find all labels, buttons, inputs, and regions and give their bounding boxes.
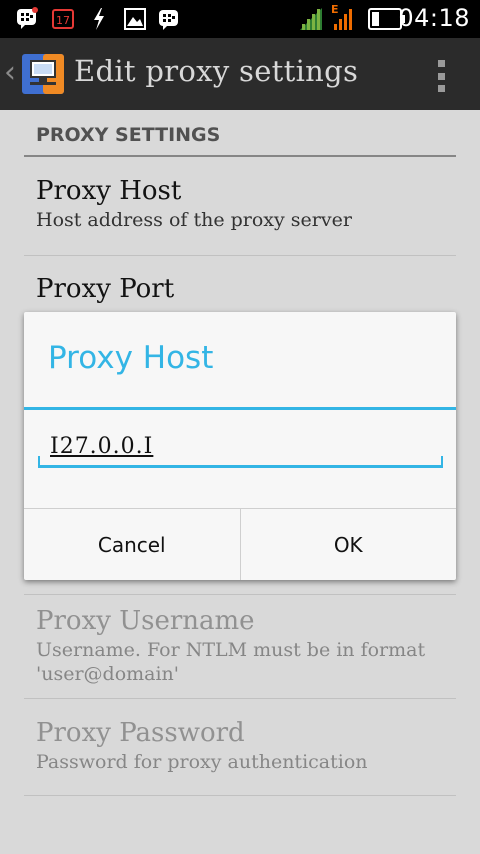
overflow-menu-icon[interactable]: [438, 60, 446, 92]
proxy-host-input-value[interactable]: I27.0.0.I: [50, 434, 153, 459]
dialog-title: Proxy Host: [48, 340, 214, 376]
ok-button[interactable]: OK: [239, 509, 457, 580]
bbm-icon-2: [159, 10, 178, 30]
gallery-icon: [124, 8, 146, 30]
calendar-17-icon: 17: [52, 9, 74, 29]
proxy-host-dialog: Proxy Host I27.0.0.I Cancel OK: [24, 312, 456, 580]
app-icon[interactable]: [22, 54, 64, 94]
cancel-button[interactable]: Cancel: [24, 509, 240, 580]
status-bar: 17 E 04:18: [0, 0, 480, 38]
signal-edge-icon: E: [331, 3, 352, 30]
input-underline-left: [38, 456, 40, 468]
svg-text:17: 17: [56, 14, 70, 27]
input-underline-right: [441, 456, 443, 468]
back-chevron-icon[interactable]: ‹: [4, 58, 16, 88]
action-bar: ‹ Edit proxy settings: [0, 38, 480, 110]
svg-text:E: E: [331, 3, 339, 16]
dialog-button-bar: Cancel OK: [24, 508, 456, 580]
bbm-icon: [17, 7, 38, 29]
clock: 04:18: [398, 4, 470, 32]
page-title: Edit proxy settings: [74, 54, 359, 88]
usb-lightning-icon: [94, 8, 104, 30]
signal-icon: [300, 8, 322, 30]
dialog-title-divider: [24, 407, 456, 410]
